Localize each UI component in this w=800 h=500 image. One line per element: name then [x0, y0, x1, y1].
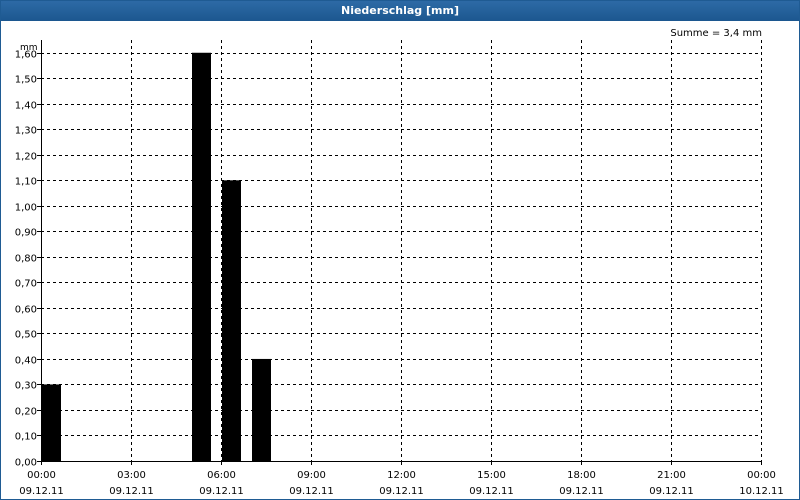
y-tick-label: 0,70: [15, 279, 37, 290]
y-tick-label: 0,10: [15, 432, 37, 443]
x-tick-date: 09.12.11: [19, 486, 64, 497]
x-tick-date: 09.12.11: [109, 486, 154, 497]
x-tick-date: 09.12.11: [649, 486, 694, 497]
x-tick-time: 06:00: [207, 470, 236, 481]
y-tick-label: 1,00: [15, 203, 37, 214]
precipitation-bar: [252, 358, 271, 461]
precipitation-bar: [222, 180, 241, 462]
y-tick-label: 1,10: [15, 177, 37, 188]
y-tick-label: 1,50: [15, 75, 37, 86]
tick-labels: 0,00 0,10 0,20 0,30 0,40 0,50 0,60 0,70 0,80 0,90…: [15, 50, 784, 498]
precipitation-chart: 0,00 0,10 0,20 0,30 0,40 0,50 0,60 0,70 0,80 0,90…: [15, 28, 784, 498]
sum-annotation: Summe = 3,4 mm: [670, 28, 762, 39]
y-axis-unit: mm: [20, 43, 38, 53]
x-tick-date: 10.12.11: [739, 486, 784, 497]
y-tick-label: 0,40: [15, 356, 37, 367]
y-tick-label: 0,00: [15, 458, 37, 469]
y-tick-label: 0,60: [15, 305, 37, 316]
x-tick-time: 15:00: [477, 470, 506, 481]
x-tick-time: 21:00: [657, 470, 686, 481]
grid-lines: [41, 40, 762, 461]
precipitation-bar: [42, 384, 61, 461]
x-tick-time: 03:00: [117, 470, 146, 481]
y-tick-label: 0,90: [15, 228, 37, 239]
y-tick-label: 0,30: [15, 381, 37, 392]
axes: [37, 40, 762, 465]
x-tick-date: 09.12.11: [469, 486, 514, 497]
y-tick-label: 1,40: [15, 101, 37, 112]
x-tick-date: 09.12.11: [379, 486, 424, 497]
y-tick-label: 1,30: [15, 126, 37, 137]
x-tick-date: 09.12.11: [559, 486, 604, 497]
x-tick-time: 00:00: [27, 470, 56, 481]
precipitation-bar: [192, 52, 211, 462]
x-tick-date: 09.12.11: [199, 486, 244, 497]
y-tick-label: 0,20: [15, 407, 37, 418]
bar-series: [42, 52, 271, 462]
x-tick-time: 00:00: [747, 470, 776, 481]
y-tick-label: 0,80: [15, 254, 37, 265]
x-tick-date: 09.12.11: [289, 486, 334, 497]
x-tick-time: 18:00: [567, 470, 596, 481]
y-tick-label: 0,50: [15, 330, 37, 341]
x-tick-time: 12:00: [387, 470, 416, 481]
y-tick-label: 1,20: [15, 152, 37, 163]
x-tick-time: 09:00: [297, 470, 326, 481]
